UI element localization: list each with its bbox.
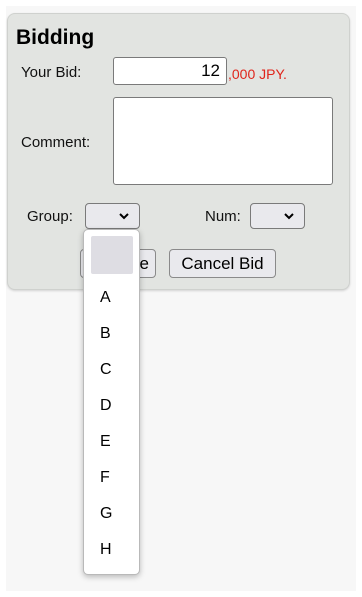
- group-label: Group:: [27, 208, 73, 225]
- your-bid-label: Your Bid:: [21, 64, 82, 81]
- panel-title: Bidding: [16, 26, 95, 49]
- group-select[interactable]: [85, 203, 140, 229]
- dropdown-option-h[interactable]: H: [84, 532, 141, 568]
- dropdown-option-b[interactable]: B: [84, 316, 141, 352]
- comment-label: Comment:: [21, 134, 91, 151]
- dropdown-option-d[interactable]: D: [84, 388, 141, 424]
- place-bid-button-label: e: [139, 254, 149, 273]
- dropdown-option-f[interactable]: F: [84, 460, 141, 496]
- chevron-down-icon: [119, 213, 129, 220]
- chevron-down-icon: [284, 213, 294, 220]
- bid-currency-suffix: ,000 JPY.: [228, 66, 287, 82]
- dropdown-option-g[interactable]: G: [84, 496, 141, 532]
- dropdown-option-a[interactable]: A: [84, 280, 141, 316]
- cancel-bid-button[interactable]: Cancel Bid: [169, 249, 276, 278]
- comment-textarea[interactable]: [113, 97, 333, 185]
- dropdown-option-empty[interactable]: [91, 236, 133, 274]
- num-select[interactable]: [250, 203, 305, 229]
- bid-amount-input[interactable]: 12: [113, 57, 227, 85]
- dropdown-option-c[interactable]: C: [84, 352, 141, 388]
- group-dropdown-list: A B C D E F G H: [83, 229, 140, 575]
- bidding-panel: Bidding Your Bid: 12 ,000 JPY. Comment: …: [7, 13, 350, 290]
- dropdown-option-e[interactable]: E: [84, 424, 141, 460]
- num-label: Num:: [205, 208, 241, 225]
